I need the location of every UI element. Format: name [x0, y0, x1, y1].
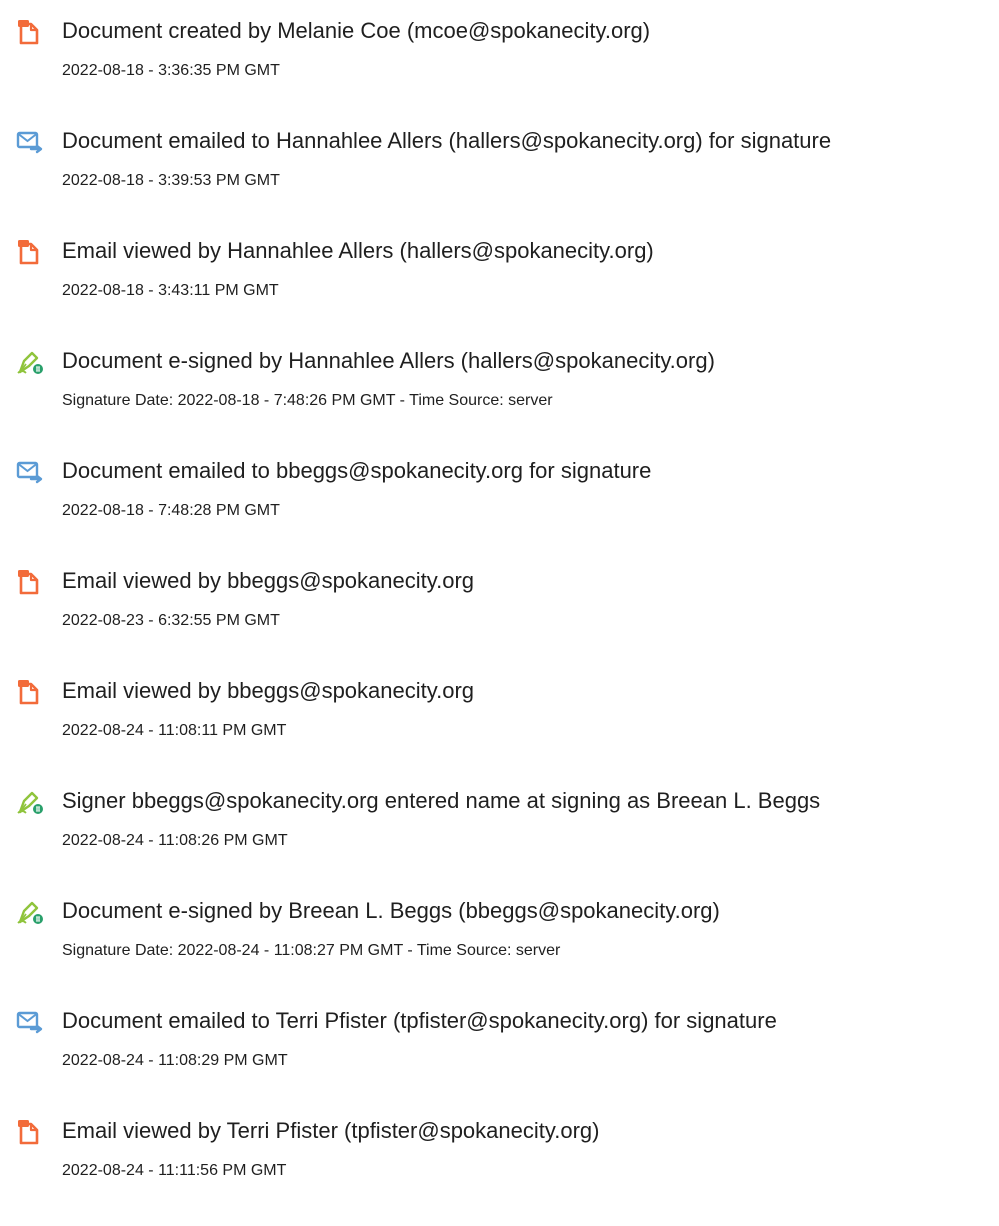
audit-event: Document e-signed by Breean L. Beggs (bb…: [0, 892, 999, 1002]
event-timestamp: 2022-08-24 - 11:08:26 PM GMT: [62, 832, 288, 849]
email-sent-icon: [16, 458, 44, 486]
event-title: Document emailed to bbeggs@spokanecity.o…: [62, 458, 652, 483]
event-title: Email viewed by bbeggs@spokanecity.org: [62, 568, 475, 593]
e-sign-icon: [16, 348, 44, 376]
event-title: Document e-signed by Hannahlee Allers (h…: [62, 348, 715, 373]
event-title: Document emailed to Hannahlee Allers (ha…: [62, 128, 832, 153]
e-sign-icon: [16, 788, 44, 816]
event-timestamp: 2022-08-23 - 6:32:55 PM GMT: [62, 612, 280, 629]
audit-event: Signer bbeggs@spokanecity.org entered na…: [0, 782, 999, 892]
audit-trail-list: Document created by Melanie Coe (mcoe@sp…: [0, 0, 999, 1226]
document-icon: [16, 18, 44, 46]
event-timestamp: 2022-08-18 - 3:43:11 PM GMT: [62, 282, 279, 299]
audit-event: Email viewed by bbeggs@spokanecity.org 2…: [0, 562, 999, 672]
audit-event: Document emailed to bbeggs@spokanecity.o…: [0, 452, 999, 562]
audit-event: Document created by Melanie Coe (mcoe@sp…: [0, 12, 999, 122]
event-signature-date: Signature Date: 2022-08-24 - 11:08:27 PM…: [62, 942, 561, 959]
event-timestamp: 2022-08-24 - 11:08:11 PM GMT: [62, 722, 287, 739]
event-title: Document created by Melanie Coe (mcoe@sp…: [62, 18, 651, 43]
event-title: Document emailed to Terri Pfister (tpfis…: [62, 1008, 777, 1033]
event-timestamp: 2022-08-18 - 3:36:35 PM GMT: [62, 62, 280, 79]
audit-event: Email viewed by Terri Pfister (tpfister@…: [0, 1112, 999, 1222]
email-sent-icon: [16, 128, 44, 156]
audit-event: Document emailed to Hannahlee Allers (ha…: [0, 122, 999, 232]
event-title: Email viewed by Terri Pfister (tpfister@…: [62, 1118, 600, 1143]
event-timestamp: 2022-08-18 - 3:39:53 PM GMT: [62, 172, 280, 189]
document-icon: [16, 678, 44, 706]
event-title: Document e-signed by Breean L. Beggs (bb…: [62, 898, 720, 923]
event-title: Email viewed by Hannahlee Allers (haller…: [62, 238, 654, 263]
audit-event: Email viewed by Hannahlee Allers (haller…: [0, 232, 999, 342]
event-title: Signer bbeggs@spokanecity.org entered na…: [62, 788, 821, 813]
event-title: Email viewed by bbeggs@spokanecity.org: [62, 678, 475, 703]
audit-event: Email viewed by bbeggs@spokanecity.org 2…: [0, 672, 999, 782]
audit-event: Document e-signed by Hannahlee Allers (h…: [0, 342, 999, 452]
email-sent-icon: [16, 1008, 44, 1036]
audit-event: Document emailed to Terri Pfister (tpfis…: [0, 1002, 999, 1112]
event-signature-date: Signature Date: 2022-08-18 - 7:48:26 PM …: [62, 392, 553, 409]
event-timestamp: 2022-08-24 - 11:11:56 PM GMT: [62, 1162, 287, 1179]
event-timestamp: 2022-08-18 - 7:48:28 PM GMT: [62, 502, 280, 519]
document-icon: [16, 1118, 44, 1146]
document-icon: [16, 238, 44, 266]
document-icon: [16, 568, 44, 596]
e-sign-icon: [16, 898, 44, 926]
event-timestamp: 2022-08-24 - 11:08:29 PM GMT: [62, 1052, 288, 1069]
